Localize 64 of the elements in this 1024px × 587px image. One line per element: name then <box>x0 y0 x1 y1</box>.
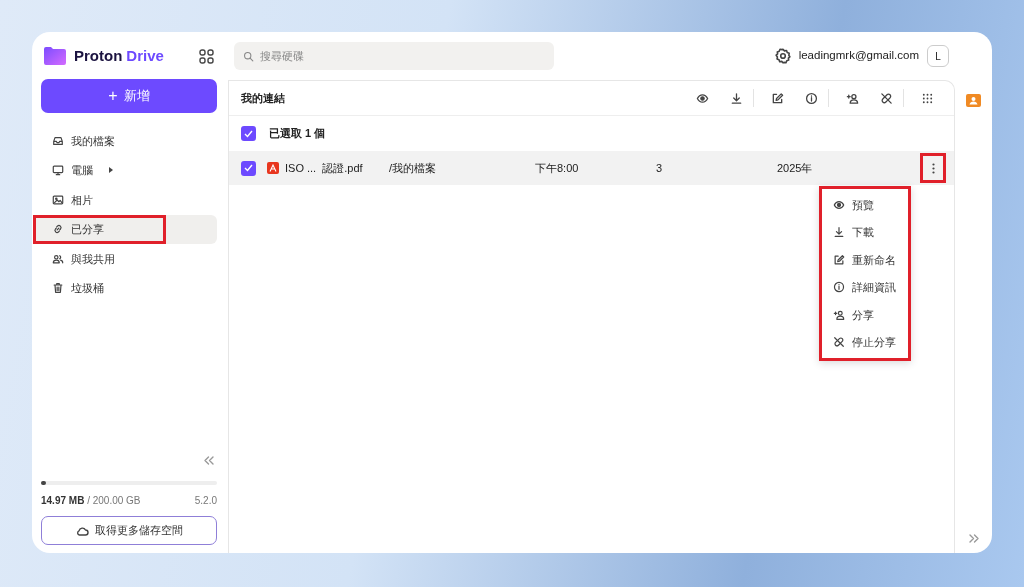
info-icon <box>804 91 818 105</box>
version-label: 5.2.0 <box>194 494 217 508</box>
sidebar-item[interactable]: 相片 <box>33 185 217 215</box>
file-name: ISO ... 認證.pdf <box>285 160 364 176</box>
collapse-icon[interactable] <box>204 456 214 465</box>
check-icon <box>244 164 253 172</box>
more-button[interactable] <box>920 153 946 183</box>
account-email: leadingmrk@gmail.com <box>798 48 919 64</box>
expand-icon[interactable] <box>968 534 979 543</box>
selection-count: 已選取 1 個 <box>269 126 326 142</box>
search-field[interactable]: 搜尋硬碟 <box>234 42 554 70</box>
download-icon <box>729 91 743 105</box>
file-row[interactable]: ISO ... 認證.pdf /我的檔案 下午8:00 3 2025年 <box>229 151 954 185</box>
cloud-icon <box>75 525 89 536</box>
edit-icon <box>833 253 845 266</box>
menu-item[interactable]: 分享 <box>822 301 908 329</box>
more-icon <box>931 162 935 174</box>
file-count: 3 <box>656 160 664 176</box>
menu-item[interactable]: 下載 <box>822 218 908 246</box>
eye-icon <box>833 198 845 211</box>
page-title: 我的連結 <box>241 90 285 106</box>
check-icon <box>244 129 253 138</box>
link-icon <box>52 223 64 236</box>
sidebar-item[interactable]: 與我共用 <box>33 244 217 274</box>
menu-item[interactable]: 重新命名 <box>822 246 908 274</box>
image-icon <box>52 193 64 206</box>
caret-icon <box>108 166 114 175</box>
file-date: 2025年 <box>777 160 814 176</box>
brand-name: Proton <box>74 45 123 66</box>
storage-button[interactable]: 取得更多儲存空間 <box>41 516 217 545</box>
search-icon <box>243 51 254 62</box>
apps-grid-icon <box>920 91 934 105</box>
menu-item[interactable]: 預覽 <box>822 191 908 219</box>
sidebar-item[interactable]: 已分享 <box>33 214 166 244</box>
add-user-icon <box>833 308 845 321</box>
settings-icon[interactable] <box>774 48 791 64</box>
unlink-icon <box>833 336 845 349</box>
unlink-icon <box>879 91 893 105</box>
file-location: /我的檔案 <box>389 160 438 176</box>
download-icon <box>833 226 845 239</box>
trash-icon <box>52 282 64 295</box>
product-name: Drive <box>126 45 164 66</box>
eye-icon <box>695 91 709 105</box>
menu-item[interactable]: 停止分享 <box>822 328 908 356</box>
apps-icon[interactable] <box>199 48 214 64</box>
storage-usage: 14.97 MB / 200.00 GB <box>41 494 141 508</box>
avatar: L <box>927 45 949 67</box>
selection-highlight <box>166 214 217 244</box>
menu-item[interactable]: 詳細資訊 <box>822 273 908 301</box>
pdf-icon <box>267 162 279 174</box>
sidebar-item[interactable]: 我的檔案 <box>33 126 217 156</box>
inbox-icon <box>52 134 64 147</box>
new-button[interactable]: + 新增 <box>41 79 217 113</box>
checkbox[interactable] <box>241 160 256 176</box>
info-icon <box>833 281 845 294</box>
sidebar-item[interactable]: 垃圾桶 <box>33 273 217 303</box>
edit-icon <box>770 91 784 105</box>
add-user-icon <box>845 91 859 105</box>
users-icon <box>52 252 64 265</box>
checkbox[interactable] <box>241 126 256 141</box>
folder-logo-icon <box>44 47 66 65</box>
monitor-icon <box>52 164 64 177</box>
file-time: 下午8:00 <box>535 160 580 176</box>
sidebar-item[interactable]: 電腦 <box>33 155 217 185</box>
